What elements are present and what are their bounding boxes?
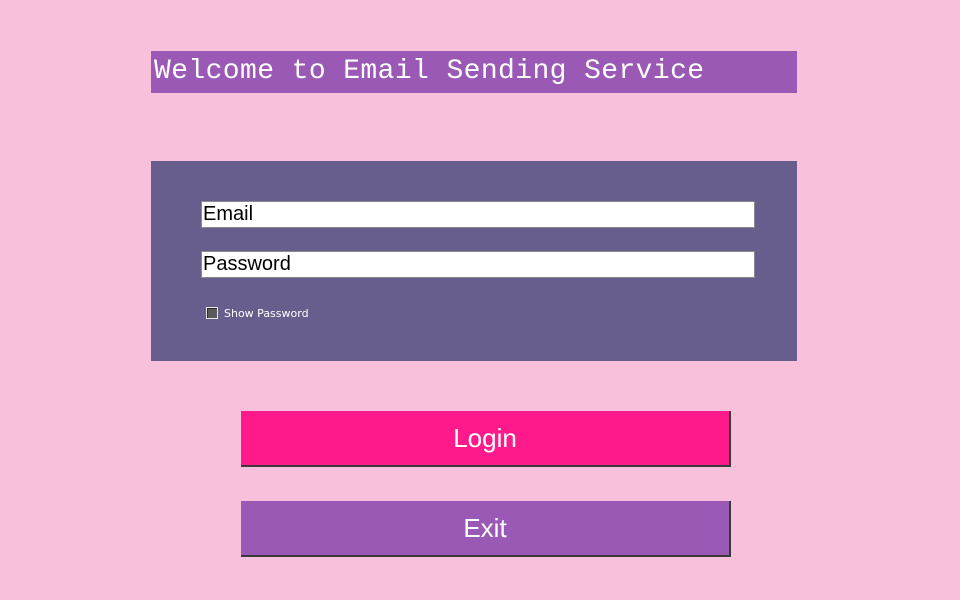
show-password-label: Show Password (224, 306, 309, 320)
login-button[interactable]: Login (241, 411, 731, 467)
title-banner: Welcome to Email Sending Service (151, 51, 797, 93)
login-button-label: Login (453, 422, 517, 453)
exit-button[interactable]: Exit (241, 501, 731, 557)
show-password-checkbox[interactable] (206, 307, 218, 319)
show-password-row[interactable]: Show Password (206, 306, 309, 320)
password-field[interactable] (201, 251, 755, 278)
login-form-panel: Show Password (151, 161, 797, 361)
exit-button-label: Exit (463, 512, 507, 543)
page-title: Welcome to Email Sending Service (154, 56, 705, 87)
email-field[interactable] (201, 201, 755, 228)
